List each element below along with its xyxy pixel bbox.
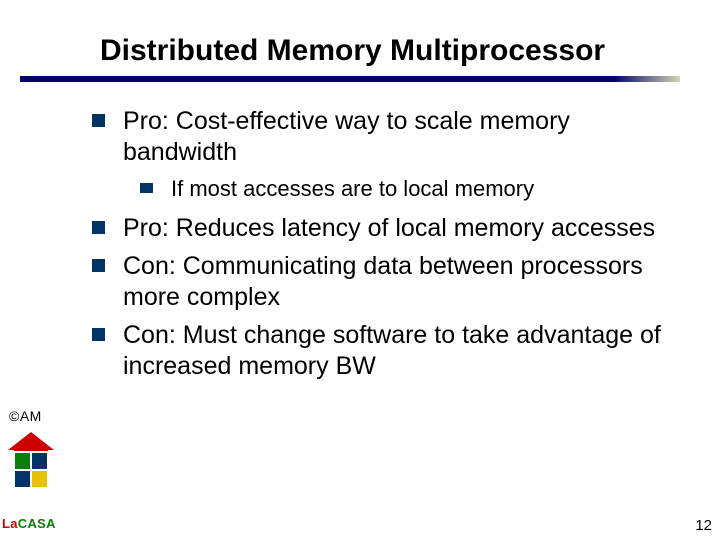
title-container: Distributed Memory Multiprocessor xyxy=(100,34,660,68)
bullet-item: Con: Communicating data between processo… xyxy=(92,251,682,312)
bullet-text: Con: Must change software to take advant… xyxy=(123,320,682,381)
content-area: Pro: Cost-effective way to scale memory … xyxy=(92,106,682,389)
slide: Distributed Memory Multiprocessor Pro: C… xyxy=(0,0,720,540)
sub-bullet-item: If most accesses are to local memory xyxy=(140,175,682,203)
bullet-text: Pro: Cost-effective way to scale memory … xyxy=(123,106,682,167)
bullet-item: Pro: Cost-effective way to scale memory … xyxy=(92,106,682,167)
square-bullet-icon xyxy=(92,328,105,341)
square-bullet-icon xyxy=(92,221,105,234)
square-bullet-icon xyxy=(92,259,105,272)
lacasa-casa: CASA xyxy=(18,516,56,531)
slide-number: 12 xyxy=(695,517,712,534)
lacasa-logo-icon xyxy=(8,432,54,488)
square-bullet-icon xyxy=(92,114,105,127)
bullet-text: Pro: Reduces latency of local memory acc… xyxy=(123,213,655,244)
title-underline xyxy=(20,76,680,82)
copyright-label: ©AM xyxy=(9,408,42,424)
sub-bullet-text: If most accesses are to local memory xyxy=(171,175,534,203)
bullet-item: Con: Must change software to take advant… xyxy=(92,320,682,381)
slide-title: Distributed Memory Multiprocessor xyxy=(100,34,660,68)
bullet-item: Pro: Reduces latency of local memory acc… xyxy=(92,213,682,244)
lacasa-label: LaCASA xyxy=(2,516,56,531)
lacasa-la: La xyxy=(2,516,18,531)
bullet-text: Con: Communicating data between processo… xyxy=(123,251,682,312)
square-bullet-icon xyxy=(140,183,153,193)
